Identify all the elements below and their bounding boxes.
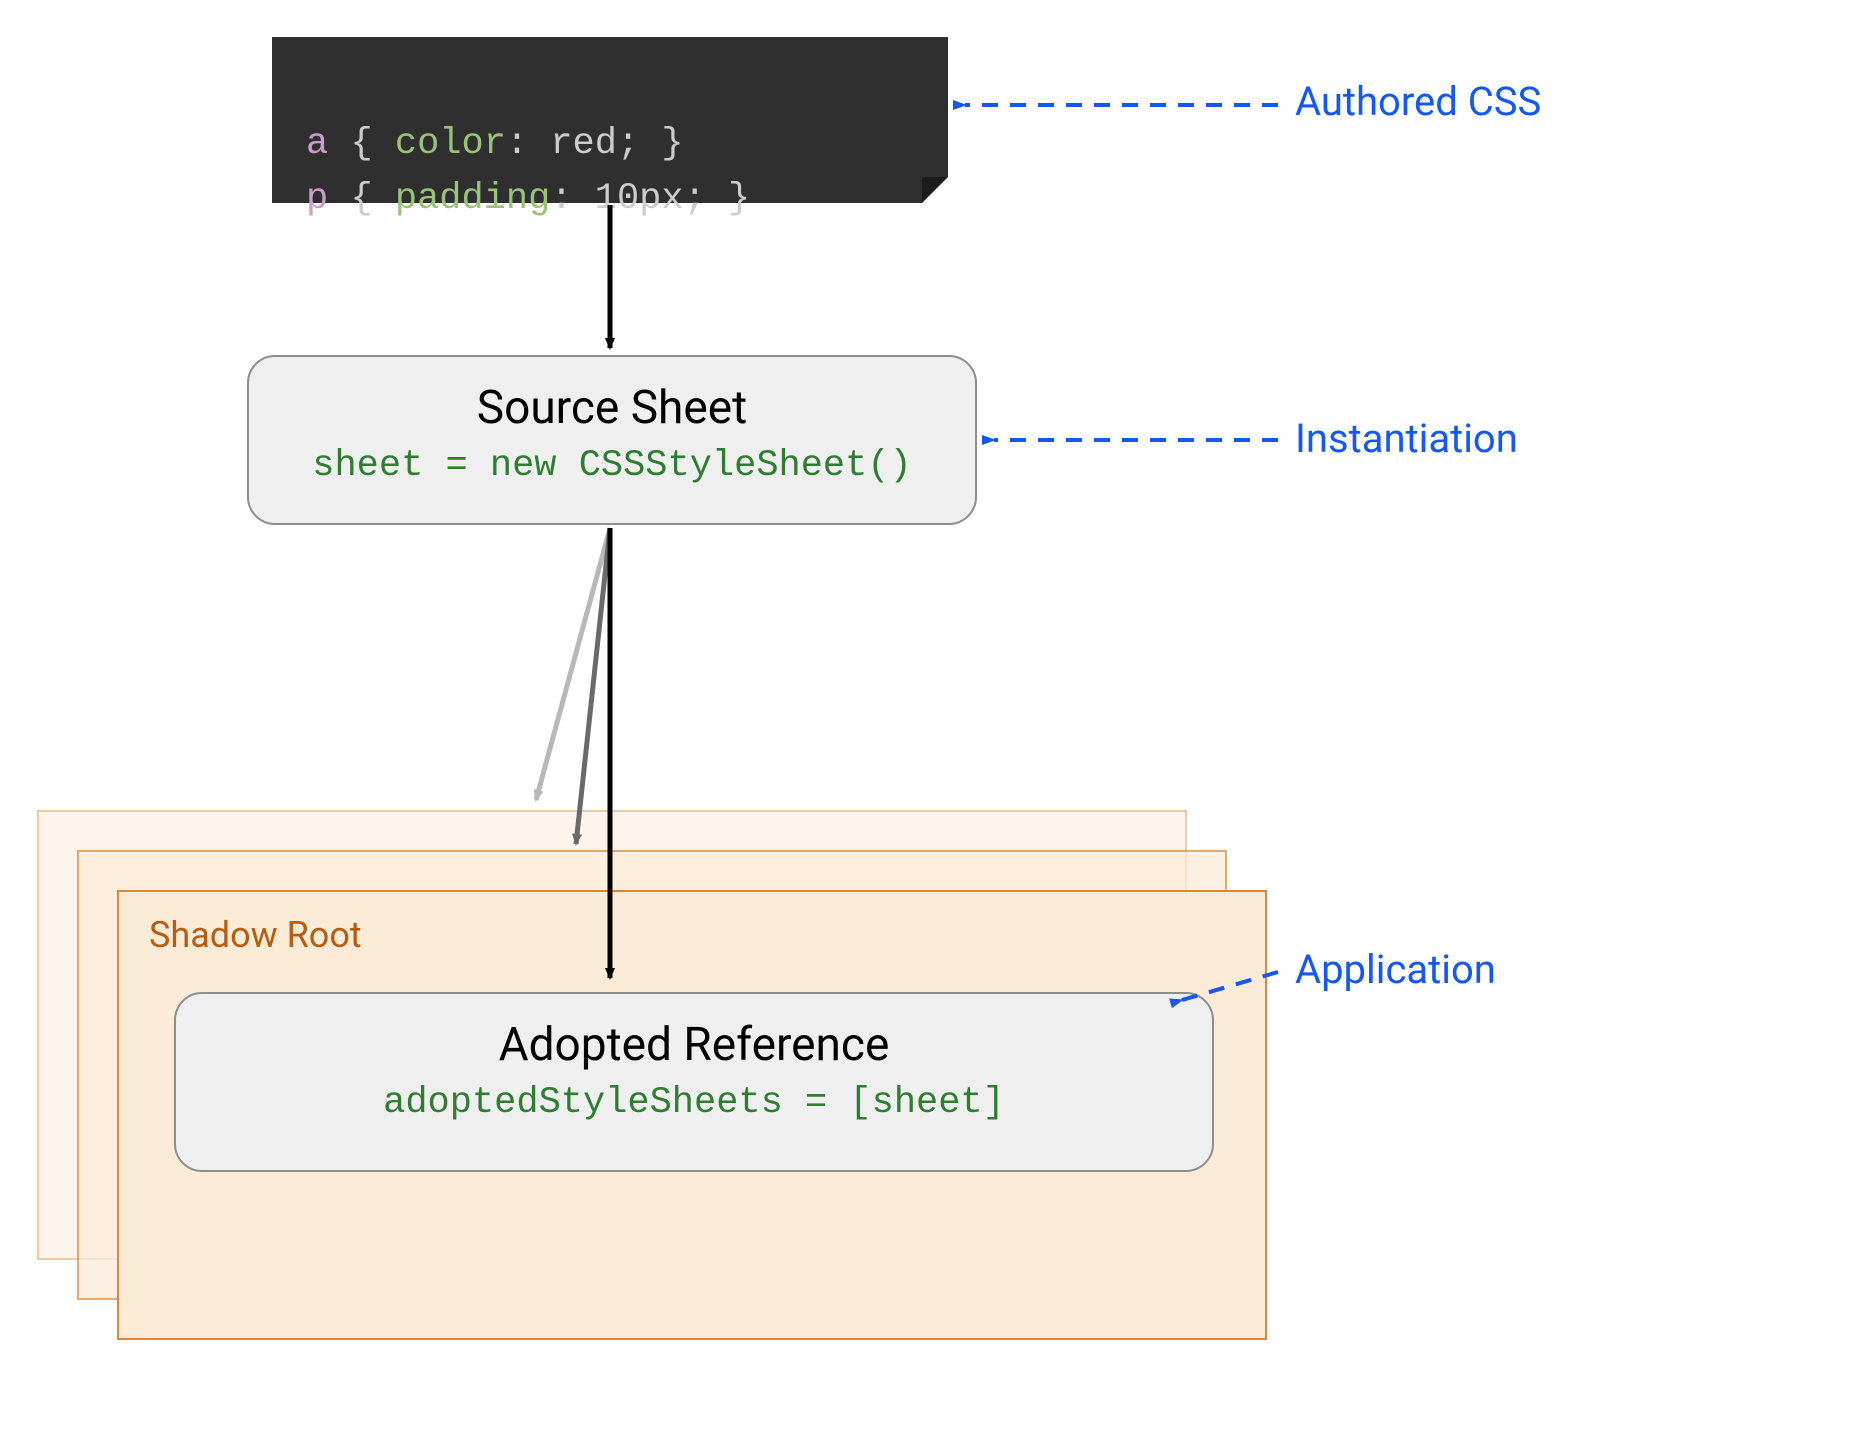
adopted-reference-code: adoptedStyleSheets = [sheet] [176, 1082, 1212, 1124]
code-property: color [395, 123, 506, 165]
arrow-source-to-shadow-mid [576, 528, 610, 844]
source-sheet-code: sheet = new CSSStyleSheet() [249, 445, 975, 487]
shadow-root-box-front: Shadow Root Adopted Reference adoptedSty… [117, 890, 1267, 1340]
code-selector: a [306, 123, 328, 165]
code-brace: } [661, 123, 683, 165]
adopted-reference-box: Adopted Reference adoptedStyleSheets = [… [174, 992, 1214, 1172]
annotation-application: Application [1295, 946, 1496, 993]
page-fold-icon [922, 177, 948, 203]
code-semi: ; [684, 178, 706, 220]
source-sheet-title: Source Sheet [249, 381, 975, 435]
arrow-source-to-shadow-back [536, 528, 610, 800]
code-colon: : [506, 123, 528, 165]
code-brace: { [350, 123, 372, 165]
adopted-reference-title: Adopted Reference [176, 1018, 1212, 1072]
code-property: padding [395, 178, 550, 220]
code-value: red [550, 123, 617, 165]
code-selector: p [306, 178, 328, 220]
source-sheet-box: Source Sheet sheet = new CSSStyleSheet() [247, 355, 977, 525]
authored-css-code-block: a { color: red; } p { padding: 10px; } [272, 37, 948, 203]
code-brace: } [728, 178, 750, 220]
code-semi: ; [617, 123, 639, 165]
annotation-authored-css: Authored CSS [1295, 78, 1541, 125]
code-colon: : [550, 178, 572, 220]
shadow-root-stack: Shadow Root Adopted Reference adoptedSty… [37, 810, 1267, 1340]
code-brace: { [350, 178, 372, 220]
annotation-instantiation: Instantiation [1295, 415, 1518, 462]
code-value: 10px [595, 178, 684, 220]
shadow-root-label: Shadow Root [149, 914, 362, 956]
